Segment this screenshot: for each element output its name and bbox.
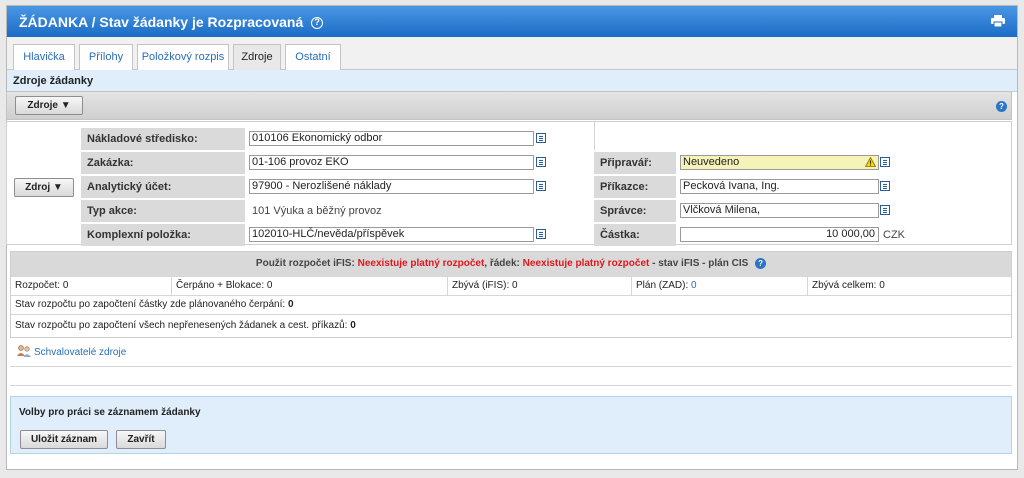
tab-ostatni[interactable]: Ostatní xyxy=(285,44,341,70)
source-form: Zdroj ▼ Nákladové středisko: Zakázka: An… xyxy=(6,121,1012,246)
tab-hlavicka[interactable]: Hlavička xyxy=(13,44,75,70)
picker-icon[interactable] xyxy=(536,133,546,143)
options-title: Volby pro práci se záznamem žádanky xyxy=(19,407,201,418)
budget-cell-label: Zbývá celkem: xyxy=(812,280,877,291)
budget-cell-label: Plán (ZAD): xyxy=(636,280,689,291)
help-icon[interactable]: ? xyxy=(311,17,324,29)
help-icon[interactable]: ? xyxy=(755,258,767,269)
picker-icon[interactable] xyxy=(880,157,890,167)
castka-field[interactable]: 10 000,00 xyxy=(680,227,879,242)
budget-panel: Použit rozpočet iFIS: Neexistuje platný … xyxy=(10,251,1012,338)
close-button[interactable]: Zavřít xyxy=(116,430,166,449)
divider xyxy=(594,122,595,150)
budget-after-pending-row: Stav rozpočtu po započtení všech nepřene… xyxy=(11,314,1011,337)
pripravar-value: Neuvedeno xyxy=(683,156,740,168)
approvers-label: Schvalovatelé zdroje xyxy=(34,347,127,358)
record-options-panel: Volby pro práci se záznamem žádanky Ulož… xyxy=(10,396,1012,454)
analyticky-ucet-field[interactable]: 97900 - Nerozlišené náklady xyxy=(249,179,534,194)
title-bar: ŽÁDANKA / Stav žádanky je Rozpracovaná ? xyxy=(7,6,1017,37)
divider xyxy=(10,366,1012,367)
budget-cell-value: 0 xyxy=(512,280,518,291)
tab-prilohy[interactable]: Přílohy xyxy=(79,44,133,70)
budget-row-value: 0 xyxy=(350,320,356,331)
budget-cell-value: 0 xyxy=(266,280,273,291)
zdroje-menu-button[interactable]: Zdroje ▼ xyxy=(15,96,83,115)
budget-cell-plan-zad: Plán (ZAD): 0 xyxy=(631,277,807,295)
budget-cell-cerpano: Čerpáno + Blokace: 0 xyxy=(171,277,447,295)
label-typ-akce: Typ akce: xyxy=(81,200,245,222)
budget-cell-zbyva-celkem: Zbývá celkem: 0 xyxy=(807,277,1011,295)
zakazka-field[interactable]: 01-106 provoz EKO xyxy=(249,155,534,170)
picker-icon[interactable] xyxy=(536,229,546,239)
budget-cell-rozpocet: Rozpočet: 0 xyxy=(11,277,171,295)
budget-after-planned-row: Stav rozpočtu po započtení částky zde pl… xyxy=(11,295,1011,314)
approvers-link[interactable]: Schvalovatelé zdroje xyxy=(16,345,126,358)
tab-zdroje[interactable]: Zdroje xyxy=(233,44,281,70)
label-castka: Částka: xyxy=(594,224,676,246)
budget-cell-value: 0 xyxy=(879,280,885,291)
budget-cell-label: Rozpočet: xyxy=(15,280,61,291)
label-komplexni-polozka: Komplexní položka: xyxy=(81,224,245,246)
picker-icon[interactable] xyxy=(880,181,890,191)
save-record-button[interactable]: Uložit záznam xyxy=(20,430,108,449)
picker-icon[interactable] xyxy=(880,205,890,215)
printer-icon[interactable] xyxy=(991,15,1005,27)
users-icon xyxy=(17,345,31,357)
budget-cell-label: Čerpáno + Blokace: xyxy=(176,280,265,291)
budget-heading: Použit rozpočet iFIS: Neexistuje platný … xyxy=(11,252,1011,276)
budget-status-red: Neexistuje platný rozpočet xyxy=(522,258,650,269)
page-title: ŽÁDANKA / Stav žádanky je Rozpracovaná ? xyxy=(19,14,324,30)
budget-row-value: 0 xyxy=(287,299,294,310)
budget-status-red: Neexistuje platný rozpočet xyxy=(357,258,485,269)
warning-icon xyxy=(865,157,876,167)
picker-icon[interactable] xyxy=(536,181,546,191)
sources-toolbar: Zdroje ▼ ? xyxy=(6,91,1012,120)
label-nakladove-stredisko: Nákladové středisko: xyxy=(81,128,245,150)
spravce-field[interactable]: Vlčková Milena, xyxy=(680,203,879,218)
budget-cell-zbyva-ifis: Zbývá (iFIS): 0 xyxy=(447,277,631,295)
divider xyxy=(10,385,1012,386)
section-title: Zdroje žádanky xyxy=(7,70,1017,92)
budget-cell-label: Zbývá (iFIS): xyxy=(452,280,510,291)
budget-heading-suffix: - stav iFIS - plán CIS xyxy=(652,258,749,269)
budget-row-label: Stav rozpočtu po započtení částky zde pl… xyxy=(15,299,286,310)
currency-label: CZK xyxy=(883,229,905,241)
budget-row-label: Stav rozpočtu po započtení všech nepřene… xyxy=(15,320,348,331)
page-title-text: ŽÁDANKA / Stav žádanky je Rozpracovaná xyxy=(19,14,304,30)
tab-bar: Hlavička Přílohy Položkový rozpis Zdroje… xyxy=(7,37,1017,70)
budget-cell-value: 0 xyxy=(62,280,69,291)
picker-icon[interactable] xyxy=(536,157,546,167)
pripravar-field[interactable]: Neuvedeno xyxy=(680,155,879,170)
prikazce-field[interactable]: Pecková Ivana, Ing. xyxy=(680,179,879,194)
zdroj-menu-button[interactable]: Zdroj ▼ xyxy=(14,178,74,197)
nakladove-stredisko-field[interactable]: 010106 Ekonomický odbor xyxy=(249,131,534,146)
label-pripravar: Připravář: xyxy=(594,152,676,174)
tab-polozkovy-rozpis[interactable]: Položkový rozpis xyxy=(137,44,229,70)
typ-akce-value: 101 Výuka a běžný provoz xyxy=(252,205,382,217)
help-icon[interactable]: ? xyxy=(996,101,1007,112)
label-zakazka: Zakázka: xyxy=(81,152,245,174)
budget-heading-row: , řádek: xyxy=(484,258,520,269)
plan-zad-link[interactable]: 0 xyxy=(691,280,697,291)
label-spravce: Správce: xyxy=(594,200,676,222)
budget-summary-row: Rozpočet: 0 Čerpáno + Blokace: 0 Zbývá (… xyxy=(11,276,1011,295)
label-analyticky-ucet: Analytický účet: xyxy=(81,176,245,198)
komplexni-polozka-field[interactable]: 102010-HLČ/nevěda/příspěvek xyxy=(249,227,534,242)
label-prikazce: Příkazce: xyxy=(594,176,676,198)
budget-heading-prefix: Použit rozpočet iFIS: xyxy=(255,258,355,269)
